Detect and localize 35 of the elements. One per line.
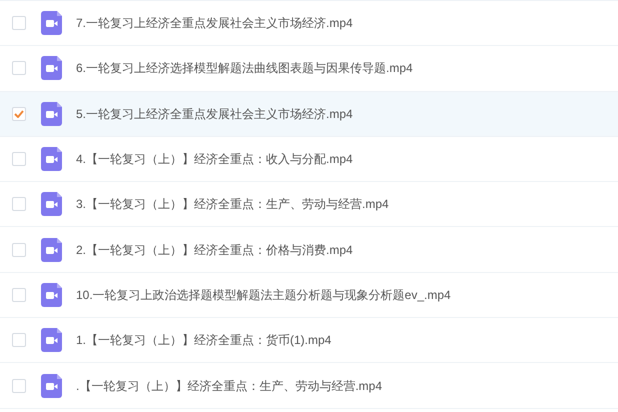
file-name: 4.【一轮复习（上）】经济全重点：收入与分配.mp4 <box>76 151 353 168</box>
file-row[interactable]: 7.一轮复习上经济全重点发展社会主义市场经济.mp4 <box>0 1 618 46</box>
video-file-icon <box>41 56 62 80</box>
checkbox[interactable] <box>12 152 26 166</box>
file-row[interactable]: 5.一轮复习上经济全重点发展社会主义市场经济.mp4 <box>0 92 618 137</box>
checkbox[interactable] <box>12 378 26 393</box>
video-file-icon <box>41 11 62 36</box>
file-name: 6.一轮复习上经济选择模型解题法曲线图表题与因果传导题.mp4 <box>76 60 413 78</box>
video-file-icon <box>41 328 62 352</box>
checkbox[interactable] <box>12 197 26 212</box>
file-row[interactable]: 3.【一轮复习（上）】经济全重点：生产、劳动与经营.mp4 <box>0 182 618 228</box>
checkbox[interactable] <box>12 16 26 30</box>
video-file-icon <box>41 192 62 216</box>
video-file-icon <box>41 374 62 398</box>
file-name: 10.一轮复习上政治选择题模型解题法主题分析题与现象分析题ev_.mp4 <box>76 286 451 304</box>
checkbox[interactable] <box>12 106 26 121</box>
video-file-icon <box>41 102 62 126</box>
file-row[interactable]: 1.【一轮复习（上）】经济全重点：货币(1).mp4 <box>0 318 618 364</box>
file-row[interactable]: .【一轮复习（上）】经济全重点：生产、劳动与经营.mp4 <box>0 363 618 409</box>
file-name: 1.【一轮复习（上）】经济全重点：货币(1).mp4 <box>76 332 332 350</box>
file-name: 2.【一轮复习（上）】经济全重点：价格与消费.mp4 <box>76 242 353 259</box>
video-file-icon <box>41 238 62 262</box>
video-file-icon <box>41 147 62 172</box>
file-name: .【一轮复习（上）】经济全重点：生产、劳动与经营.mp4 <box>76 378 382 395</box>
file-row[interactable]: 2.【一轮复习（上）】经济全重点：价格与消费.mp4 <box>0 227 618 273</box>
checkbox[interactable] <box>12 333 26 348</box>
file-name: 3.【一轮复习（上）】经济全重点：生产、劳动与经营.mp4 <box>76 196 389 214</box>
checkbox[interactable] <box>12 288 26 302</box>
file-row[interactable]: 4.【一轮复习（上）】经济全重点：收入与分配.mp4 <box>0 136 618 182</box>
checkbox[interactable] <box>12 242 26 257</box>
file-name: 7.一轮复习上经济全重点发展社会主义市场经济.mp4 <box>76 15 353 32</box>
file-row[interactable]: 10.一轮复习上政治选择题模型解题法主题分析题与现象分析题ev_.mp4 <box>0 272 618 318</box>
file-name: 5.一轮复习上经济全重点发展社会主义市场经济.mp4 <box>76 106 353 123</box>
checkbox[interactable] <box>12 61 26 76</box>
video-file-icon <box>41 282 62 307</box>
